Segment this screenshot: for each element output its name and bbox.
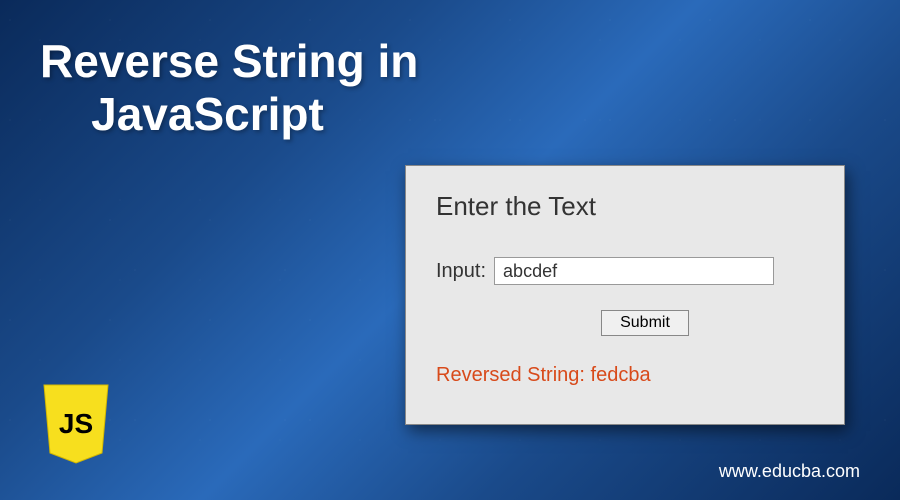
title-line-2: JavaScript [91, 88, 324, 140]
shield-icon: JS [40, 383, 112, 465]
form-panel: Enter the Text Input: Submit Reversed St… [405, 165, 845, 425]
title-line-1: Reverse String in [40, 35, 418, 87]
website-url: www.educba.com [719, 461, 860, 482]
input-row: Input: [436, 257, 814, 285]
output-row: Reversed String: fedcba [436, 364, 814, 387]
output-value: fedcba [591, 364, 651, 386]
text-input[interactable] [494, 257, 774, 285]
page-title: Reverse String in JavaScript [40, 35, 418, 141]
output-label: Reversed String: [436, 364, 585, 386]
submit-row: Submit [436, 310, 814, 336]
submit-button[interactable]: Submit [601, 310, 689, 336]
input-label: Input: [436, 260, 486, 283]
logo-text: JS [59, 408, 93, 439]
js-logo-icon: JS [40, 383, 112, 465]
form-header: Enter the Text [436, 191, 814, 222]
